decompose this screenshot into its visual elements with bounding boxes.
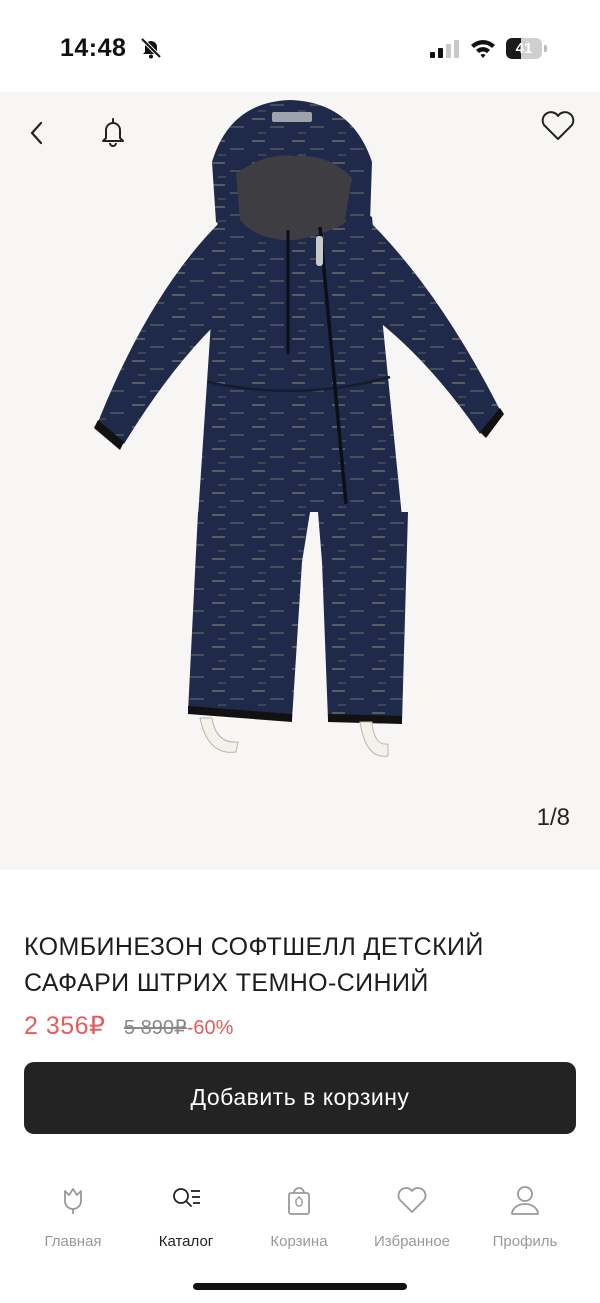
status-bar: 14:48 41 bbox=[0, 0, 600, 92]
tab-catalog-label: Каталог bbox=[158, 1233, 214, 1250]
current-price: 2 356₽ bbox=[24, 1012, 106, 1040]
home-indicator bbox=[193, 1283, 407, 1290]
price-row: 2 356₽ 5 890₽-60% bbox=[24, 1011, 233, 1045]
bottom-tab-bar: Главная Каталог Корзина Избранное Профил… bbox=[0, 1165, 600, 1265]
cellular-signal-icon bbox=[430, 40, 459, 58]
tulip-icon bbox=[64, 1188, 82, 1214]
catalog-search-icon bbox=[173, 1188, 200, 1207]
tab-profile-label: Профиль bbox=[492, 1233, 558, 1250]
gallery-counter: 1/8 bbox=[536, 804, 570, 831]
battery-indicator: 41 bbox=[506, 38, 548, 59]
wifi-icon bbox=[471, 40, 495, 58]
tab-cart[interactable]: Корзина bbox=[244, 1165, 354, 1250]
product-image bbox=[94, 100, 504, 757]
product-title: КОМБИНЕЗОН СОФТШЕЛЛ ДЕТСКИЙ САФАРИ ШТРИХ… bbox=[24, 933, 484, 997]
tab-home[interactable]: Главная bbox=[18, 1165, 128, 1250]
heart-icon[interactable] bbox=[540, 110, 576, 142]
discount-badge: -60% bbox=[186, 1017, 234, 1039]
bell-off-icon bbox=[140, 37, 162, 59]
tab-catalog[interactable]: Каталог bbox=[131, 1165, 241, 1250]
tab-home-label: Главная bbox=[44, 1233, 102, 1250]
tab-cart-label: Корзина bbox=[270, 1233, 328, 1250]
heart-icon bbox=[397, 1187, 427, 1213]
back-arrow-icon[interactable] bbox=[22, 118, 52, 148]
battery-percent: 41 bbox=[515, 40, 533, 57]
product-gallery[interactable]: 1/8 bbox=[0, 92, 600, 870]
old-price: 5 890₽ bbox=[123, 1017, 187, 1039]
user-icon bbox=[511, 1186, 539, 1215]
shopping-bag-icon bbox=[288, 1187, 310, 1215]
tab-profile[interactable]: Профиль bbox=[470, 1165, 580, 1250]
add-to-cart-button[interactable]: Добавить в корзину bbox=[24, 1062, 576, 1134]
tab-favorites[interactable]: Избранное bbox=[357, 1165, 467, 1250]
status-time: 14:48 bbox=[60, 34, 127, 62]
bell-icon[interactable] bbox=[98, 116, 128, 148]
tab-favorites-label: Избранное bbox=[373, 1233, 451, 1250]
